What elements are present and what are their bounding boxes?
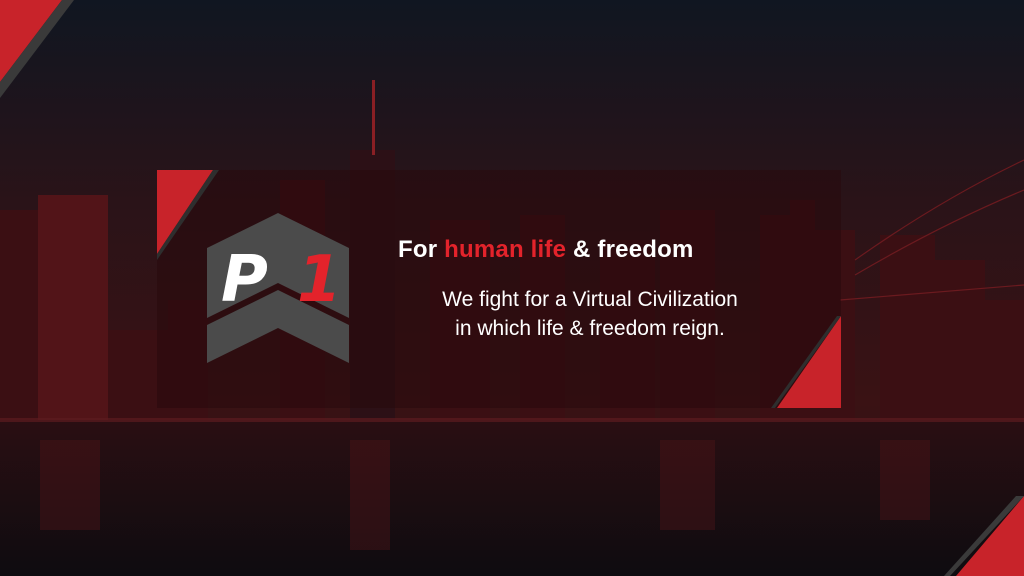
top-left-corner-accent [0, 0, 74, 98]
subtext-line-1: We fight for a Virtual Civilization [442, 288, 738, 311]
logo-letter-p: P [221, 243, 268, 317]
headline-accent: human life [444, 236, 567, 263]
p1-logo-icon: P 1 [207, 213, 349, 363]
headline-part1: For [398, 236, 445, 263]
bottom-right-corner-accent [944, 496, 1024, 576]
logo-digit-1: 1 [297, 243, 342, 317]
headline-part2: & freedom [566, 236, 694, 263]
subtext: We fight for a Virtual Civilization in w… [390, 285, 790, 343]
headline: For human life & freedom [398, 236, 782, 264]
subtext-line-2: in which life & freedom reign. [455, 317, 725, 340]
